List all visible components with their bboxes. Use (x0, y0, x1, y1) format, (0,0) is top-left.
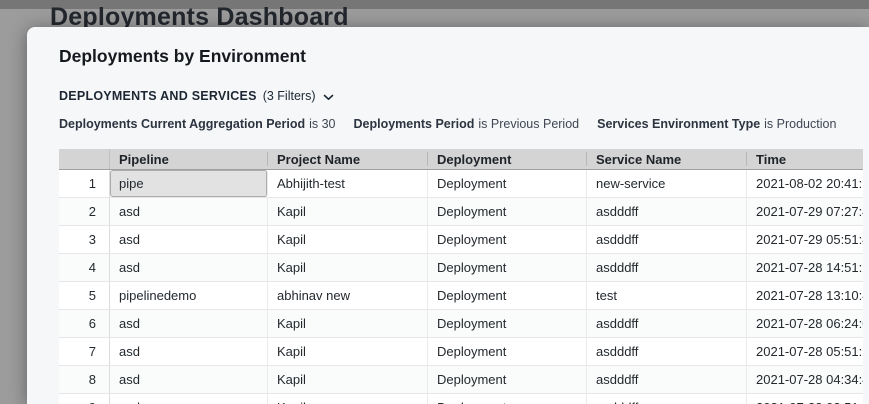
row-number-cell: 4 (59, 254, 110, 281)
service-name-cell[interactable]: asdddff (587, 226, 747, 253)
time-cell[interactable]: 2021-07-28 14:51:23 (747, 254, 863, 281)
time-cell[interactable]: 2021-07-28 05:51:28 (747, 338, 863, 365)
table-row: 7asdKapilDeploymentasdddff2021-07-28 05:… (59, 338, 863, 366)
deployments-panel: Deployments by Environment DEPLOYMENTS A… (27, 27, 869, 404)
service-name-cell[interactable]: asdddff (587, 198, 747, 225)
filters-count: (3 Filters) (263, 89, 316, 103)
deployment-cell[interactable]: Deployment (428, 338, 587, 365)
section-label: DEPLOYMENTS AND SERVICES (59, 89, 257, 103)
pipeline-cell[interactable]: asd (110, 394, 268, 404)
project-name-cell[interactable]: Abhijith-test (268, 170, 428, 197)
project-name-cell[interactable]: Kapil (268, 254, 428, 281)
time-cell[interactable]: 2021-07-28 04:34:45 (747, 366, 863, 393)
row-number-cell: 8 (59, 366, 110, 393)
time-cell[interactable]: 2021-07-29 05:51:45 (747, 226, 863, 253)
project-name-cell[interactable]: Kapil (268, 198, 428, 225)
service-name-cell[interactable]: asdddff (587, 310, 747, 337)
table-row: 3asdKapilDeploymentasdddff2021-07-29 05:… (59, 226, 863, 254)
filter-name: Deployments Current Aggregation Period (59, 117, 305, 131)
deployment-cell[interactable]: Deployment (428, 226, 587, 253)
row-number-cell: 7 (59, 338, 110, 365)
project-name-cell[interactable]: Kapil (268, 338, 428, 365)
filter-name: Deployments Period (354, 117, 475, 131)
row-number-cell: 3 (59, 226, 110, 253)
table-row: 5pipelinedemoabhinav newDeploymenttest20… (59, 282, 863, 310)
project-name-cell[interactable]: Kapil (268, 310, 428, 337)
column-header-time[interactable]: Time (747, 149, 863, 169)
service-name-cell[interactable]: test (587, 282, 747, 309)
deployment-cell[interactable]: Deployment (428, 254, 587, 281)
time-cell[interactable]: 2021-07-28 06:24:00 (747, 310, 863, 337)
project-name-cell[interactable]: Kapil (268, 226, 428, 253)
row-number-header (59, 149, 110, 169)
pipeline-cell[interactable]: asd (110, 338, 268, 365)
deployment-cell[interactable]: Deployment (428, 394, 587, 404)
column-header-service-name[interactable]: Service Name (587, 149, 747, 169)
deployments-table: Pipeline Project Name Deployment Service… (59, 149, 863, 404)
table-row: 4asdKapilDeploymentasdddff2021-07-28 14:… (59, 254, 863, 282)
project-name-cell[interactable]: Kapil (268, 366, 428, 393)
time-cell[interactable]: 2021-07-28 13:10:46 (747, 282, 863, 309)
filter-summary: Deployments Current Aggregation Period i… (59, 117, 836, 131)
filter-value: is Previous Period (478, 117, 579, 131)
deployment-cell[interactable]: Deployment (428, 170, 587, 197)
pipeline-cell[interactable]: pipelinedemo (110, 282, 268, 309)
pipeline-cell[interactable]: asd (110, 254, 268, 281)
filter-deployments-period: Deployments Period is Previous Period (354, 117, 580, 131)
column-header-project-name[interactable]: Project Name (268, 149, 428, 169)
pipeline-cell[interactable]: asd (110, 366, 268, 393)
row-number-cell: 9 (59, 394, 110, 404)
table-body: 1pipeAbhijith-testDeploymentnew-service2… (59, 170, 863, 404)
time-cell[interactable]: 2021-08-02 20:41:18 (747, 170, 863, 197)
table-row: 2asdKapilDeploymentasdddff2021-07-29 07:… (59, 198, 863, 226)
pipeline-cell[interactable]: asd (110, 198, 268, 225)
filter-value: is Production (764, 117, 836, 131)
project-name-cell[interactable]: Kapil (268, 394, 428, 404)
service-name-cell[interactable]: asdddff (587, 254, 747, 281)
table-row: 6asdKapilDeploymentasdddff2021-07-28 06:… (59, 310, 863, 338)
filter-value: is 30 (309, 117, 335, 131)
row-number-cell: 2 (59, 198, 110, 225)
panel-title: Deployments by Environment (59, 46, 306, 67)
row-number-cell: 1 (59, 170, 110, 197)
pipeline-cell[interactable]: asd (110, 310, 268, 337)
deployment-cell[interactable]: Deployment (428, 282, 587, 309)
filter-environment-type: Services Environment Type is Production (597, 117, 836, 131)
service-name-cell[interactable]: asdddff (587, 366, 747, 393)
column-header-pipeline[interactable]: Pipeline (110, 149, 268, 169)
project-name-cell[interactable]: abhinav new (268, 282, 428, 309)
table-row: 8asdKapilDeploymentasdddff2021-07-28 04:… (59, 366, 863, 394)
filter-name: Services Environment Type (597, 117, 760, 131)
table-row: 9asdKapilDeploymentasdddff2021-07-28 02:… (59, 394, 863, 404)
service-name-cell[interactable]: new-service (587, 170, 747, 197)
deployment-cell[interactable]: Deployment (428, 310, 587, 337)
row-number-cell: 6 (59, 310, 110, 337)
time-cell[interactable]: 2021-07-29 07:27:44 (747, 198, 863, 225)
chevron-down-icon[interactable] (323, 94, 334, 101)
service-name-cell[interactable]: asdddff (587, 394, 747, 404)
pipeline-cell[interactable]: pipe (110, 170, 268, 197)
filters-section-toggle[interactable]: DEPLOYMENTS AND SERVICES (3 Filters) (59, 89, 334, 103)
pipeline-cell[interactable]: asd (110, 226, 268, 253)
column-header-deployment[interactable]: Deployment (428, 149, 587, 169)
time-cell[interactable]: 2021-07-28 02:51:10 (747, 394, 863, 404)
deployment-cell[interactable]: Deployment (428, 198, 587, 225)
table-row: 1pipeAbhijith-testDeploymentnew-service2… (59, 170, 863, 198)
table-header-row: Pipeline Project Name Deployment Service… (59, 149, 863, 170)
row-number-cell: 5 (59, 282, 110, 309)
deployment-cell[interactable]: Deployment (428, 366, 587, 393)
filter-aggregation-period: Deployments Current Aggregation Period i… (59, 117, 336, 131)
service-name-cell[interactable]: asdddff (587, 338, 747, 365)
